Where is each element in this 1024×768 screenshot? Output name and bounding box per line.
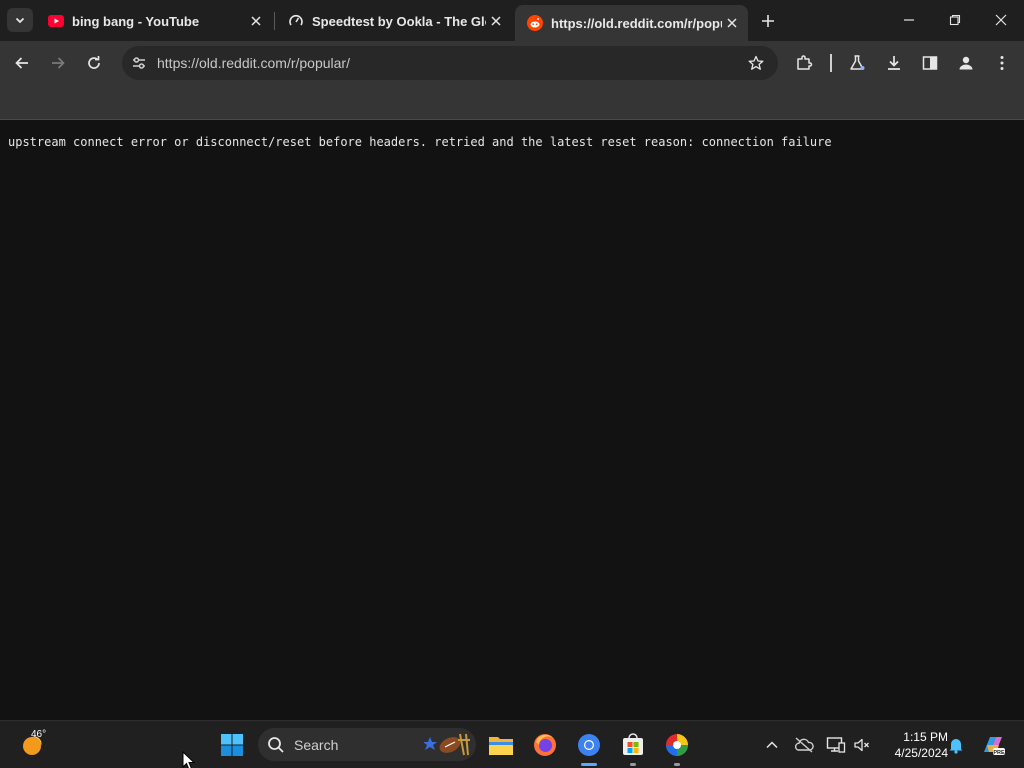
youtube-icon (48, 13, 64, 29)
file-explorer-icon (489, 737, 513, 755)
running-app-indicator (630, 763, 636, 766)
person-icon (959, 56, 973, 70)
taskbar: 46° Search 1:15 PM 4/25/2024 PRE (0, 720, 1024, 768)
reddit-icon (527, 15, 543, 31)
firefox-icon (534, 734, 556, 756)
game-app-button[interactable] (661, 729, 693, 761)
close-icon (251, 16, 261, 26)
show-hidden-icons-button[interactable] (761, 734, 783, 756)
download-icon (888, 56, 900, 70)
start-button[interactable] (216, 729, 248, 761)
svg-text:PRE: PRE (993, 750, 1005, 756)
tab-title: https://old.reddit.com/r/popular/ (551, 15, 722, 31)
back-button[interactable] (8, 49, 36, 77)
tab-divider (274, 12, 275, 30)
tab-title: Speedtest by Ookla - The Global Broadban… (312, 13, 486, 29)
browser-toolbar: https://old.reddit.com/r/popular/ (0, 41, 1024, 85)
arrow-right-icon (52, 57, 65, 69)
search-highlight-football-icon (424, 733, 470, 756)
restore-button[interactable] (932, 6, 978, 34)
new-tab-button[interactable] (756, 9, 780, 33)
close-icon (727, 18, 737, 28)
forward-button[interactable] (44, 49, 72, 77)
restore-icon (949, 14, 961, 26)
volume-button[interactable] (851, 734, 873, 756)
tune-icon (133, 57, 145, 69)
menu-button[interactable] (988, 49, 1016, 77)
close-window-button[interactable] (978, 6, 1024, 34)
url-text: https://old.reddit.com/r/popular/ (157, 55, 350, 71)
onedrive-button[interactable] (793, 734, 815, 756)
network-button[interactable] (825, 734, 847, 756)
search-icon (268, 737, 284, 753)
reload-button[interactable] (80, 49, 108, 77)
clock-time: 1:15 PM (903, 730, 948, 744)
taskbar-clock[interactable]: 1:15 PM 4/25/2024 (878, 729, 948, 761)
microsoft-store-icon (623, 733, 643, 755)
chrome-icon (578, 734, 600, 756)
extensions-button[interactable] (790, 49, 818, 77)
running-app-indicator (674, 763, 680, 766)
screen: bing bang - YouTube Speedtest by Ookla -… (0, 0, 1024, 768)
tab-search-button[interactable] (7, 8, 33, 32)
tab-strip: bing bang - YouTube Speedtest by Ookla -… (0, 0, 1024, 41)
chrome-button[interactable] (573, 729, 605, 761)
page-content: upstream connect error or disconnect/res… (0, 121, 1024, 720)
flask-icon (850, 55, 865, 70)
puzzle-icon (797, 55, 813, 70)
chevron-down-icon (15, 17, 25, 24)
tab-speedtest[interactable]: Speedtest by Ookla - The Global Broadban… (276, 5, 512, 37)
network-icon (826, 737, 846, 753)
game-app-icon (666, 734, 688, 756)
star-icon (748, 55, 764, 70)
cloud-off-icon (794, 737, 814, 753)
copilot-icon: PRE (984, 737, 1005, 756)
tab-title: bing bang - YouTube (72, 13, 200, 29)
reload-icon (88, 56, 100, 69)
tab-reddit[interactable]: https://old.reddit.com/r/popular/ (515, 5, 748, 41)
bookmark-star-button[interactable] (746, 53, 766, 73)
labs-button[interactable] (843, 49, 871, 77)
weather-temperature: 46° (31, 729, 47, 740)
toolbar-divider (830, 54, 832, 72)
notifications-button[interactable] (945, 734, 967, 756)
more-vertical-icon (1000, 56, 1004, 70)
bell-icon (949, 739, 963, 754)
chevron-up-icon (766, 741, 778, 749)
clock-date: 4/25/2024 (894, 746, 948, 760)
profile-button[interactable] (952, 49, 980, 77)
side-panel-button[interactable] (916, 49, 944, 77)
active-app-indicator (581, 763, 597, 766)
speedtest-icon (288, 13, 304, 29)
search-label: Search (294, 737, 339, 753)
minimize-button[interactable] (886, 6, 932, 34)
close-tab-button[interactable] (486, 11, 506, 31)
copilot-button[interactable]: PRE (980, 734, 1006, 756)
close-icon (491, 16, 501, 26)
volume-muted-icon (854, 738, 869, 752)
arrow-left-icon (15, 57, 28, 69)
mouse-pointer-icon (182, 751, 196, 768)
taskbar-search[interactable]: Search (258, 728, 476, 761)
close-icon (995, 14, 1007, 26)
microsoft-store-button[interactable] (617, 729, 649, 761)
bookmarks-bar (0, 85, 1024, 120)
close-tab-button[interactable] (722, 13, 742, 33)
downloads-button[interactable] (880, 49, 908, 77)
tab-youtube[interactable]: bing bang - YouTube (36, 5, 272, 37)
error-message: upstream connect error or disconnect/res… (8, 135, 832, 149)
side-panel-icon (922, 56, 938, 70)
minimize-icon (904, 19, 914, 21)
windows-logo-icon (221, 734, 243, 756)
close-tab-button[interactable] (246, 11, 266, 31)
address-bar[interactable]: https://old.reddit.com/r/popular/ (122, 46, 778, 80)
site-info-button[interactable] (128, 52, 150, 74)
plus-icon (762, 15, 774, 27)
firefox-button[interactable] (529, 729, 561, 761)
file-explorer-button[interactable] (485, 729, 517, 761)
